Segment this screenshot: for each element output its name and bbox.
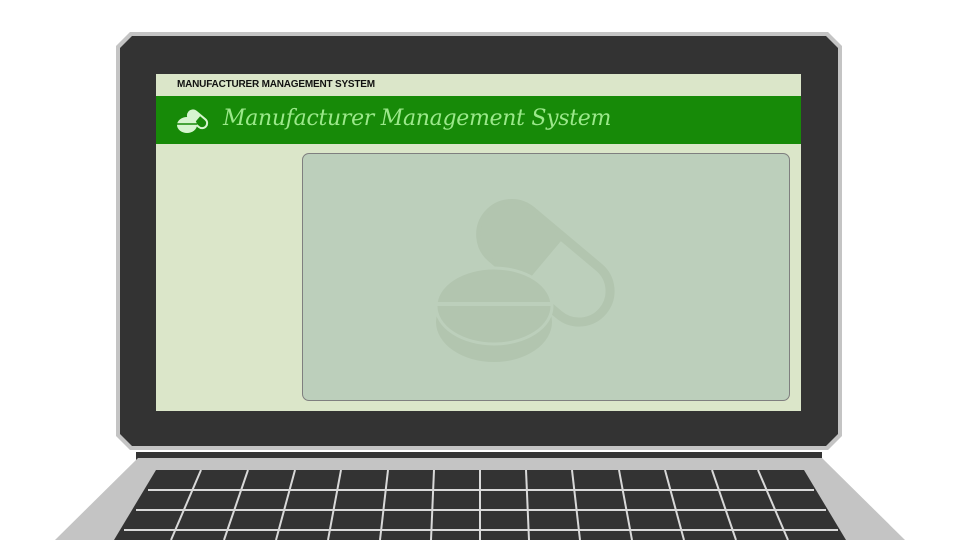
laptop-keyboard bbox=[55, 458, 905, 540]
main-content-panel bbox=[302, 153, 790, 401]
window-title: MANUFACTURER MANAGEMENT SYSTEM bbox=[177, 79, 375, 90]
app-title: Manufacturer Management System bbox=[223, 106, 612, 131]
sidebar bbox=[156, 144, 302, 411]
pills-icon bbox=[176, 105, 214, 140]
app-header: Manufacturer Management System bbox=[156, 96, 801, 144]
window-title-bar: MANUFACTURER MANAGEMENT SYSTEM bbox=[156, 74, 801, 96]
pill-capsule-icon bbox=[431, 182, 661, 377]
laptop-screen: MANUFACTURER MANAGEMENT SYSTEM Manufactu… bbox=[156, 74, 801, 411]
